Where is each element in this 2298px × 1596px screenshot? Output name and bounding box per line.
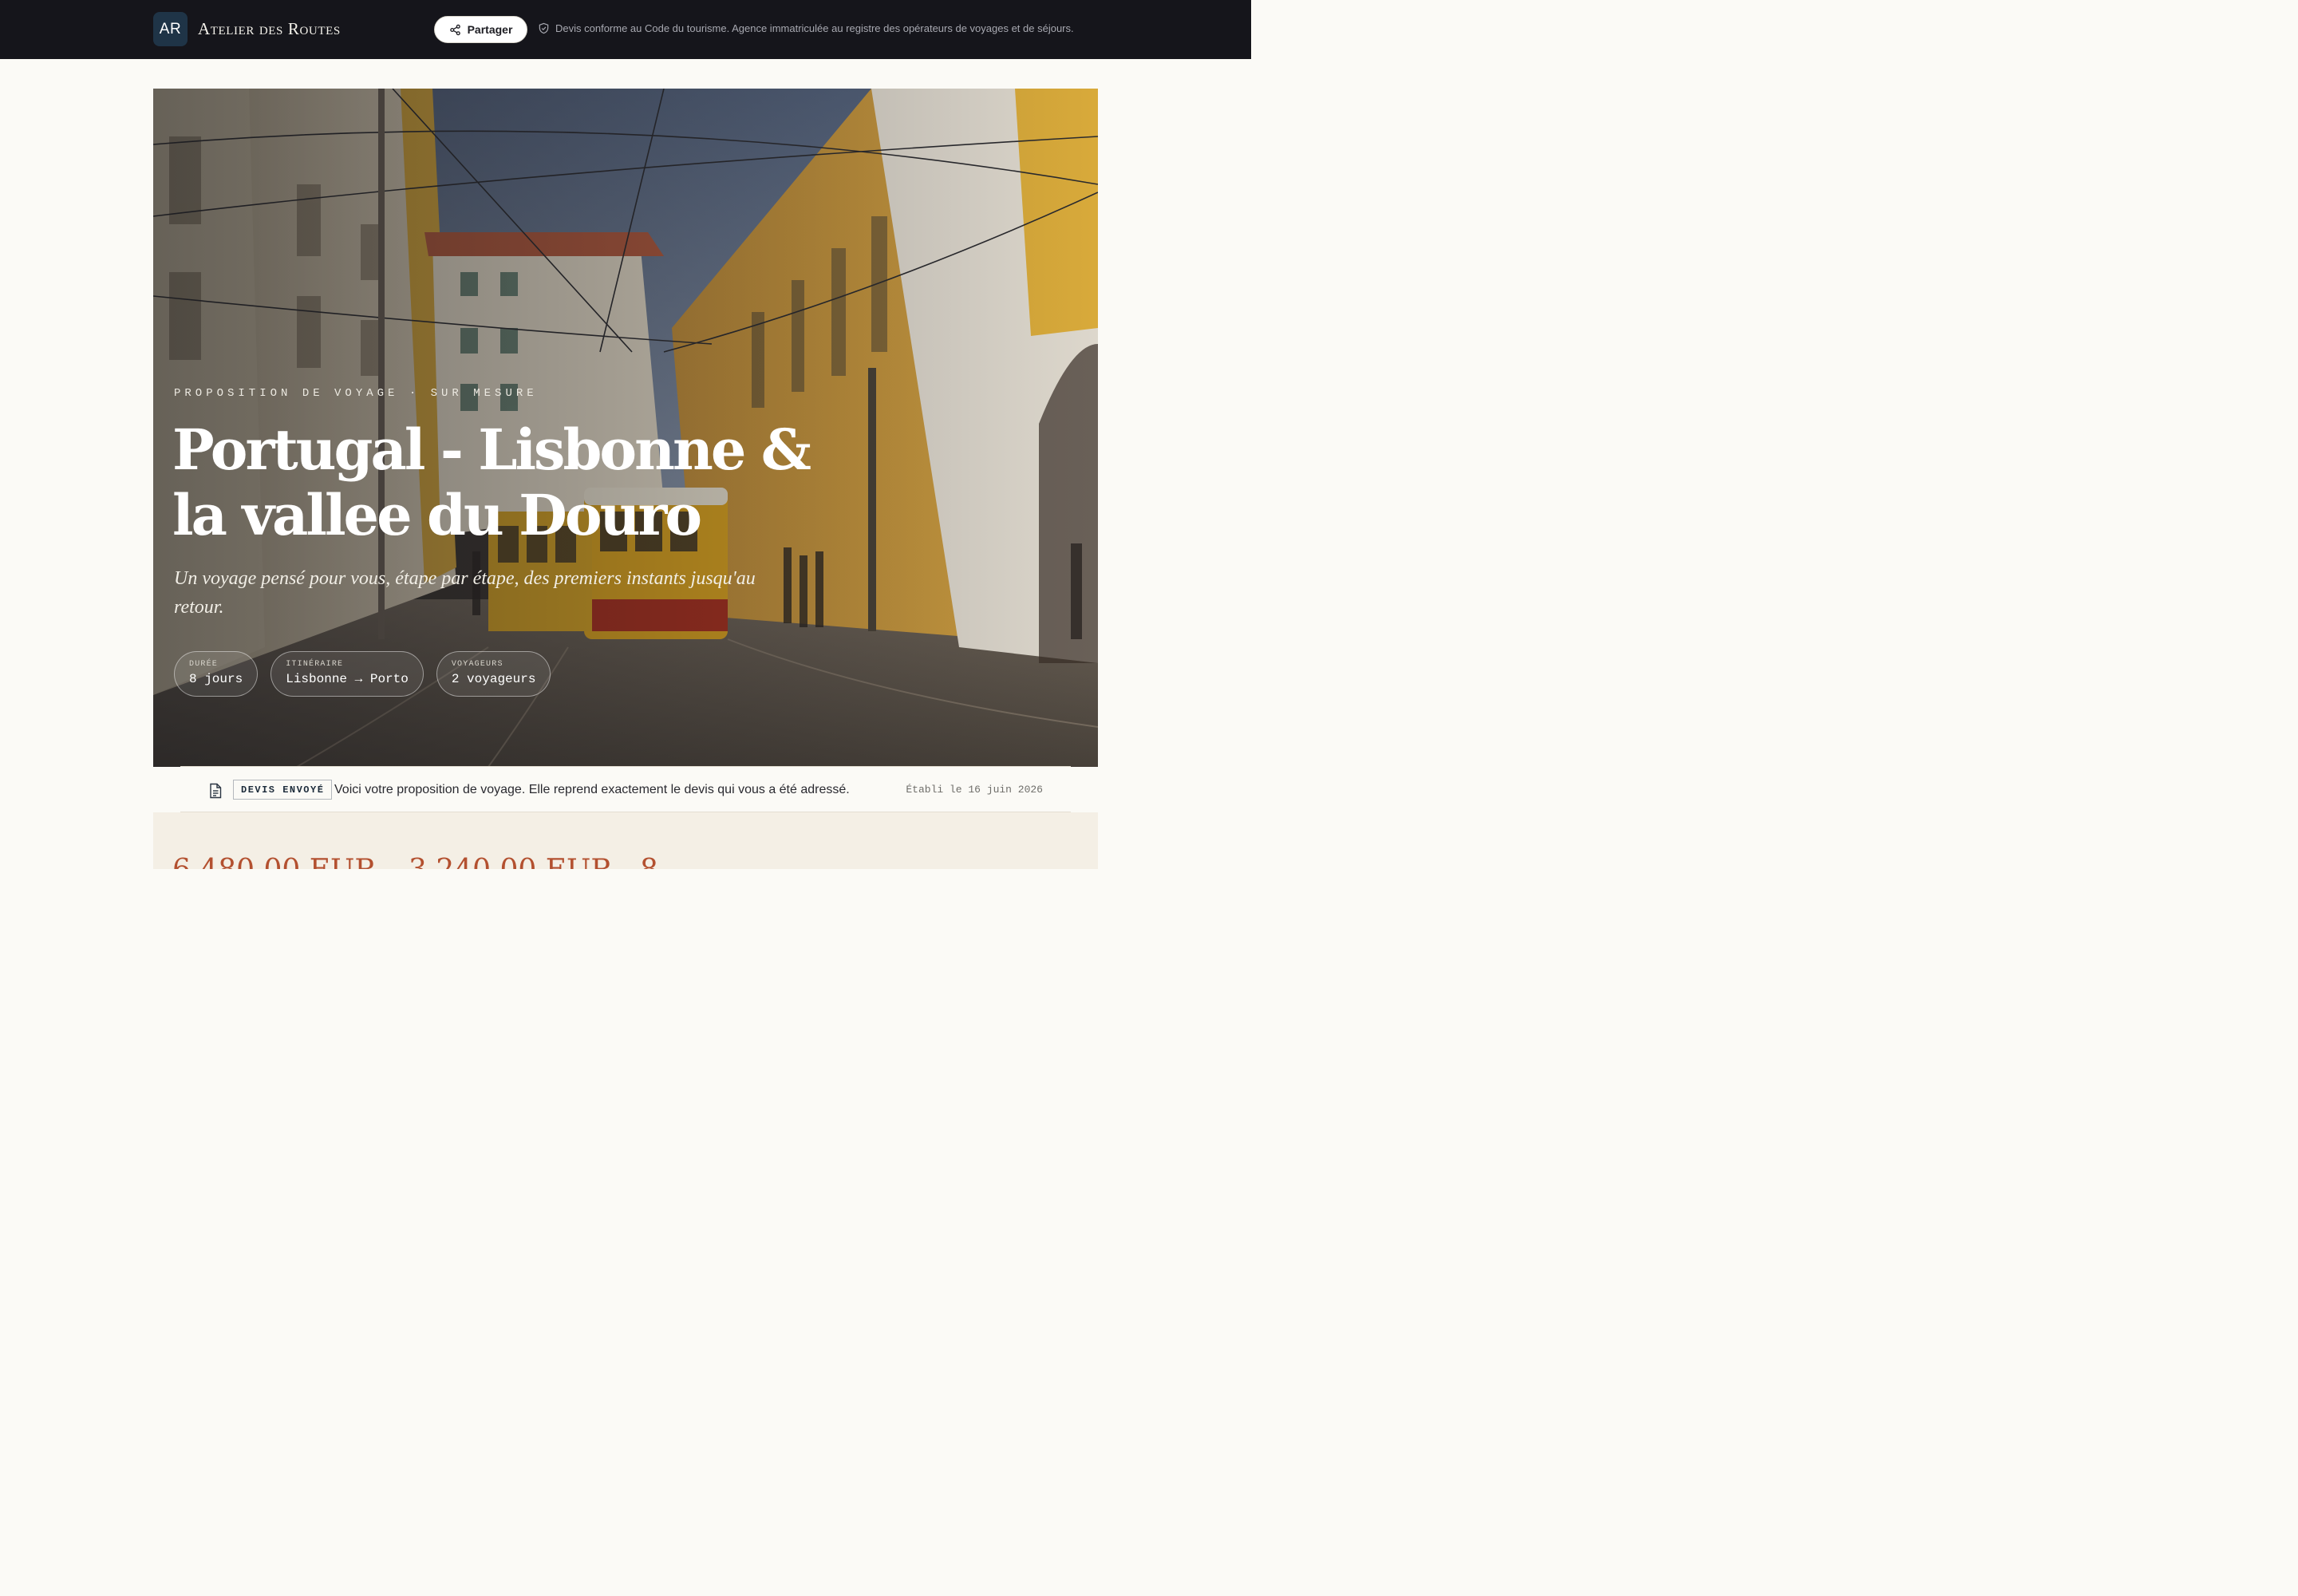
shield-check-icon: [539, 22, 549, 34]
compliance-text: Devis conforme au Code du tourisme. Agen…: [555, 22, 1074, 34]
compliance-notice: Devis conforme au Code du tourisme. Agen…: [538, 22, 1074, 34]
page-title: Portugal - Lisbonne & la vallee du Douro: [172, 417, 811, 548]
price-total: 6 480,00 EUR: [172, 854, 376, 869]
fact-travellers: VOYAGEURS 2 voyageurs: [436, 651, 551, 697]
fact-label: VOYAGEURS: [451, 660, 503, 669]
nights-count: 8: [640, 854, 658, 869]
hero-subtitle: Un voyage pensé pour vous, étape par éta…: [174, 568, 756, 618]
logo-badge[interactable]: AR: [153, 12, 188, 46]
status-message: Voici votre proposition de voyage. Elle …: [334, 783, 850, 796]
fact-value: 2 voyageurs: [451, 672, 536, 686]
fact-itinerary: ITINÉRAIRE Lisbonne → Porto: [270, 651, 424, 697]
fact-value: 8 jours: [189, 672, 243, 686]
hero-eyebrow: PROPOSITION DE VOYAGE · SUR MESURE: [174, 387, 538, 400]
fact-label: DURÉE: [189, 660, 219, 669]
fact-duration: DURÉE 8 jours: [174, 651, 259, 697]
share-button[interactable]: Partager: [434, 16, 527, 43]
issue-date: Établi le 16 juin 2026: [906, 784, 1043, 796]
trip-facts: DURÉE 8 jours ITINÉRAIRE Lisbonne → Port…: [174, 651, 551, 697]
status-badge: DEVIS ENVOYÉ: [233, 780, 333, 800]
fact-label: ITINÉRAIRE: [286, 660, 344, 669]
document-icon: [210, 783, 222, 799]
pricing-summary: 6 480,00 EUR 3 240,00 EUR 8: [153, 812, 1098, 869]
price-per-person: 3 240,00 EUR: [409, 854, 612, 869]
share-icon: [449, 24, 460, 35]
quote-status-bar: DEVIS ENVOYÉ Voici votre proposition de …: [180, 766, 1071, 812]
fact-value: Lisbonne → Porto: [286, 672, 409, 686]
hero-banner: PROPOSITION DE VOYAGE · SUR MESURE Portu…: [153, 89, 1098, 767]
share-button-label: Partager: [467, 23, 513, 36]
top-bar: AR Atelier des Routes Partager Devis con…: [0, 0, 1251, 59]
brand-name[interactable]: Atelier des Routes: [198, 19, 341, 39]
